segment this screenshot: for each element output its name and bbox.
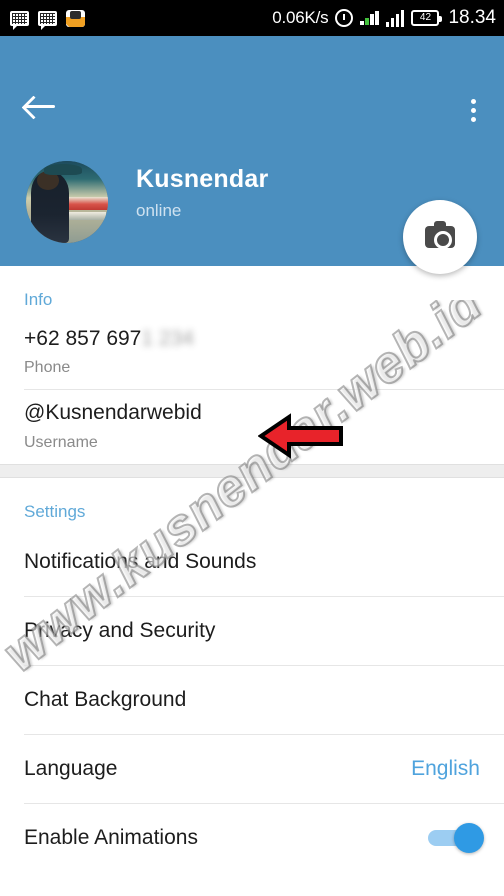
username-value: @Kusnendarwebid (24, 401, 202, 425)
info-row-username[interactable]: @Kusnendarwebid Username (0, 390, 504, 463)
info-section: Info +62 857 6971 234 Phone @Kusnendarwe… (0, 266, 504, 464)
setting-row-language[interactable]: Language English (0, 734, 504, 803)
camera-icon (425, 221, 455, 249)
online-status-label: online (136, 200, 182, 220)
overflow-menu-icon[interactable] (468, 96, 479, 125)
status-bar-left-icons (10, 9, 85, 30)
back-arrow-icon[interactable] (24, 92, 58, 120)
battery-icon: 42 (411, 10, 443, 26)
setting-row-enable-animations[interactable]: Enable Animations (0, 803, 504, 872)
info-section-title: Info (24, 290, 53, 309)
message-icon (10, 10, 29, 30)
network-speed-label: 0.06K/s (272, 8, 329, 27)
message-icon (38, 10, 57, 30)
phone-value: +62 857 6971 234 (24, 326, 480, 352)
profile-title-block: Kusnendar online (136, 165, 269, 221)
telegram-profile-screen: 0.06K/s 42 18.34 Kusnendar online Info +… (0, 0, 504, 896)
phone-label: Phone (24, 359, 71, 377)
setting-row-chat-background[interactable]: Chat Background (0, 665, 504, 734)
status-bar: 0.06K/s 42 18.34 (0, 0, 504, 36)
setting-label: Enable Animations (24, 825, 198, 849)
masked-digits: 1 234 (141, 327, 194, 350)
info-row-phone[interactable]: +62 857 6971 234 Phone (0, 316, 504, 389)
signal-bars-icon (360, 11, 379, 25)
signal-bars-icon (385, 9, 405, 27)
setting-row-privacy[interactable]: Privacy and Security (0, 596, 504, 665)
setting-label: Language (24, 756, 118, 780)
settings-section: Settings Notifications and Sounds Privac… (0, 477, 504, 872)
clock-label: 18.34 (448, 7, 496, 28)
alarm-icon (335, 9, 354, 27)
setting-label: Privacy and Security (24, 618, 216, 642)
language-value: English (411, 756, 480, 780)
status-bar-right-icons: 0.06K/s 42 18.34 (272, 7, 496, 29)
settings-section-title: Settings (24, 501, 86, 521)
section-separator (0, 463, 504, 478)
avatar[interactable] (26, 161, 108, 243)
battery-level-label: 42 (419, 12, 432, 23)
setting-row-notifications[interactable]: Notifications and Sounds (0, 527, 504, 596)
enable-animations-toggle[interactable] (428, 822, 484, 853)
app-icon (66, 9, 85, 27)
username-label: Username (24, 433, 98, 451)
camera-fab-button[interactable] (403, 200, 477, 274)
page-title: Kusnendar (136, 165, 269, 193)
setting-label: Notifications and Sounds (24, 549, 257, 573)
setting-label: Chat Background (24, 687, 187, 711)
